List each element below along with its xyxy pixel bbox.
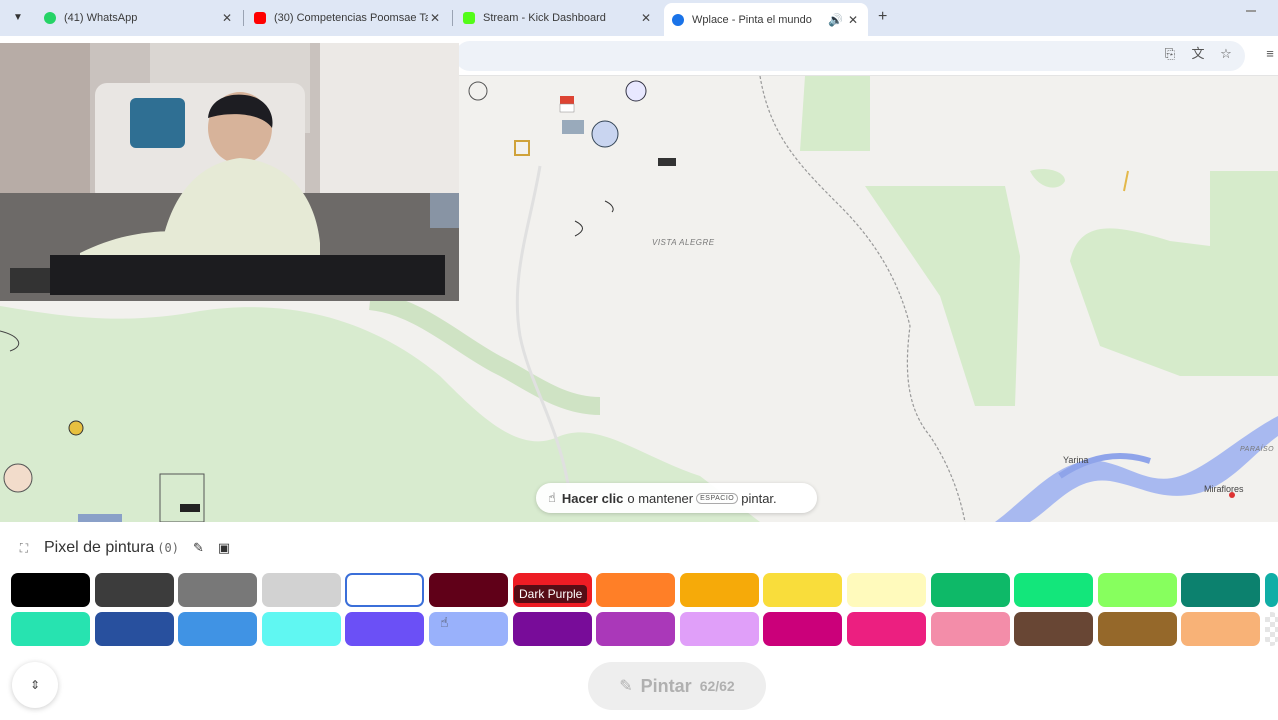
color-swatch[interactable]: [1181, 573, 1260, 607]
collapse-panel-button[interactable]: ⇕: [12, 662, 58, 708]
tab-title: Stream - Kick Dashboard: [483, 12, 606, 24]
color-swatch[interactable]: [429, 573, 508, 607]
color-swatch[interactable]: [1265, 612, 1278, 646]
new-tab-icon[interactable]: +: [878, 8, 887, 26]
place-label-paraiso: PARAÍSO: [1240, 446, 1275, 453]
color-swatch[interactable]: [680, 612, 759, 646]
tab-wplace[interactable]: Wplace - Pinta el mundo 🔊 ✕: [664, 3, 868, 36]
color-swatch[interactable]: [847, 612, 926, 646]
color-swatch[interactable]: [95, 612, 174, 646]
color-swatch[interactable]: [1098, 573, 1177, 607]
reading-list-icon[interactable]: ≡: [1262, 46, 1278, 62]
color-swatch[interactable]: [95, 573, 174, 607]
color-swatch[interactable]: [513, 612, 592, 646]
color-swatch[interactable]: [345, 573, 424, 607]
panel-header: ⛶ Pixel de pintura (0) ✎ ▣: [12, 536, 230, 560]
tab-youtube[interactable]: (30) Competencias Poomsae Ta ✕: [246, 4, 450, 32]
color-swatch[interactable]: [1014, 612, 1093, 646]
close-icon[interactable]: ✕: [846, 13, 860, 27]
browser-tab-strip: ▼ (41) WhatsApp ✕ (30) Competencias Poom…: [0, 0, 1278, 36]
mouse-cursor-icon: ☝: [440, 614, 449, 630]
tab-title: Wplace - Pinta el mundo: [692, 13, 812, 26]
color-swatch[interactable]: [11, 573, 90, 607]
eyedropper-icon[interactable]: ✎: [193, 540, 204, 556]
fullscreen-icon[interactable]: ⛶: [12, 536, 36, 560]
color-swatch[interactable]: [1265, 573, 1278, 607]
color-swatch[interactable]: [931, 612, 1010, 646]
paint-hint: ☝ Hacer clic o mantener ESPACIO pintar.: [536, 483, 817, 513]
tab-title: (30) Competencias Poomsae Ta: [274, 12, 428, 24]
hand-pointer-icon: ☝: [548, 490, 556, 505]
translate-icon[interactable]: 文: [1190, 46, 1206, 62]
color-swatch[interactable]: [596, 612, 675, 646]
screen: ▼ (41) WhatsApp ✕ (30) Competencias Poom…: [0, 0, 1278, 720]
globe-icon: [672, 13, 684, 26]
color-swatch[interactable]: [178, 612, 257, 646]
minimize-icon[interactable]: [1246, 10, 1256, 12]
tab-kick-dashboard[interactable]: Stream - Kick Dashboard ✕: [455, 4, 661, 32]
color-swatch[interactable]: [1098, 612, 1177, 646]
tab-search-chevron-icon[interactable]: ▼: [8, 7, 28, 27]
tab-divider: [243, 10, 244, 26]
close-icon[interactable]: ✕: [428, 11, 442, 25]
color-swatch[interactable]: [596, 573, 675, 607]
pixel-count: (0): [157, 541, 179, 555]
chevron-updown-icon: ⇕: [29, 678, 41, 692]
address-bar[interactable]: [455, 41, 1245, 71]
youtube-icon: [254, 12, 266, 24]
color-swatch[interactable]: [1181, 612, 1260, 646]
place-label-vista-alegre: VISTA ALEGRE: [652, 238, 715, 247]
paint-label: Pintar: [640, 675, 692, 696]
speaker-icon[interactable]: 🔊: [828, 13, 843, 27]
paint-button[interactable]: ✎ Pintar 62/62: [588, 662, 766, 710]
webcam-image: [0, 43, 459, 301]
close-icon[interactable]: ✕: [220, 11, 234, 25]
color-swatch[interactable]: [763, 573, 842, 607]
tab-divider: [452, 10, 453, 26]
color-swatch[interactable]: [763, 612, 842, 646]
hint-action: Hacer clic: [561, 490, 624, 506]
hint-key: ESPACIO: [696, 492, 739, 504]
kick-icon: [463, 12, 475, 24]
tab-title: (41) WhatsApp: [64, 12, 138, 24]
color-swatch[interactable]: [345, 612, 424, 646]
color-tooltip: Dark Purple: [514, 585, 588, 603]
color-swatch[interactable]: [178, 573, 257, 607]
close-icon[interactable]: ✕: [639, 11, 653, 25]
brush-icon: ✎: [619, 678, 633, 695]
bookmark-star-icon[interactable]: ☆: [1218, 46, 1234, 62]
color-swatch[interactable]: [680, 573, 759, 607]
whatsapp-icon: [44, 12, 56, 24]
save-icon[interactable]: ▣: [218, 540, 230, 556]
color-swatch[interactable]: [1014, 573, 1093, 607]
hint-middle: o mantener: [627, 490, 694, 506]
color-swatch[interactable]: [262, 612, 341, 646]
color-swatch[interactable]: [847, 573, 926, 607]
city-label-yarina: Yarina: [1063, 455, 1089, 465]
color-swatch[interactable]: [262, 573, 341, 607]
color-swatch[interactable]: [11, 612, 90, 646]
tab-whatsapp[interactable]: (41) WhatsApp ✕: [36, 4, 242, 32]
paint-charges: 62/62: [699, 678, 735, 694]
color-swatch[interactable]: [931, 573, 1010, 607]
hint-end: pintar.: [741, 490, 777, 506]
panel-title: Pixel de pintura: [44, 539, 155, 556]
install-app-icon[interactable]: ⎘: [1162, 46, 1178, 62]
webcam-overlay: [0, 43, 459, 301]
city-label-miraflores: Miraflores: [1204, 484, 1244, 494]
